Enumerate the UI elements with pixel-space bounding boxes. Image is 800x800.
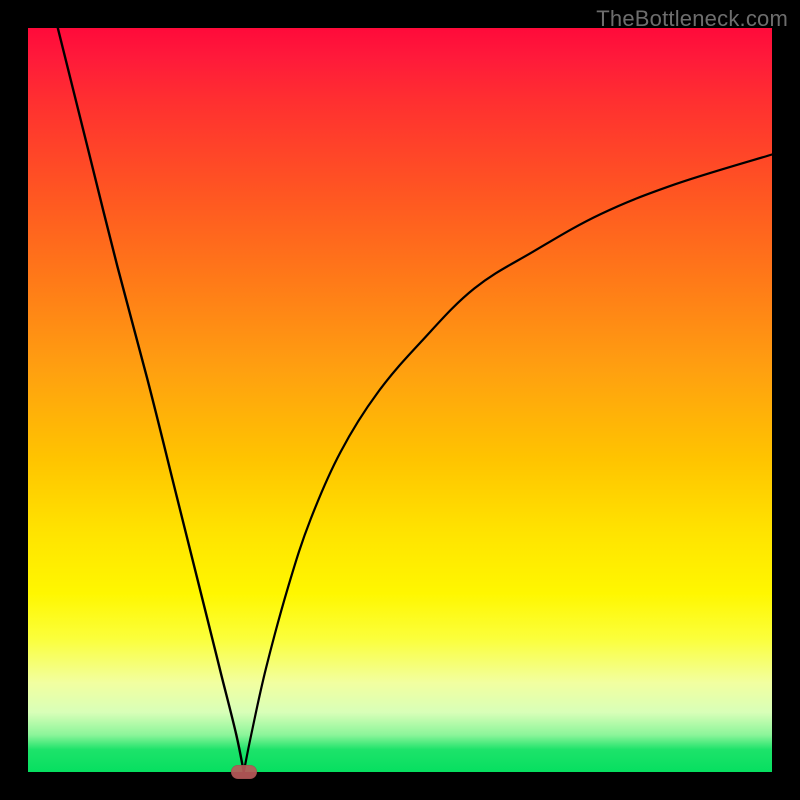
bottleneck-curve <box>28 28 772 772</box>
chart-frame: TheBottleneck.com <box>0 0 800 800</box>
plot-area <box>28 28 772 772</box>
minimum-marker <box>231 765 257 779</box>
curve-right-branch <box>244 155 772 773</box>
curve-left-branch <box>58 28 244 772</box>
